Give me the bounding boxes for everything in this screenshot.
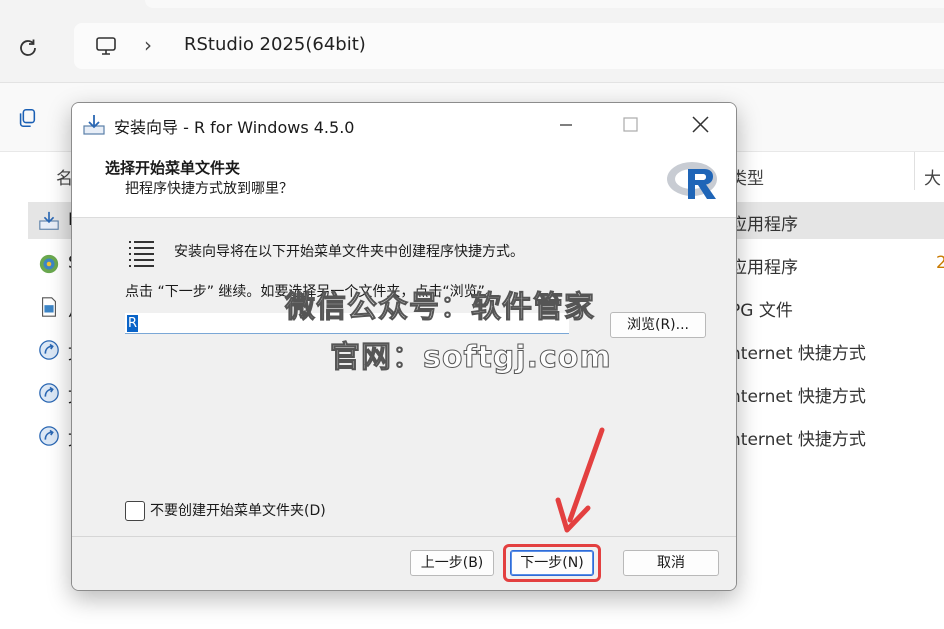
watermark-line2: 官网：softgj.com xyxy=(330,340,612,376)
rstudio-setup-icon xyxy=(39,254,59,274)
image-file-icon xyxy=(42,297,56,317)
column-header-size[interactable]: 大 xyxy=(924,164,941,189)
page-title: 选择开始菜单文件夹 xyxy=(105,159,241,177)
computer-icon xyxy=(96,37,116,55)
installer-icon xyxy=(83,115,105,135)
tab-area xyxy=(145,0,944,8)
no-start-menu-checkbox[interactable] xyxy=(125,501,145,521)
browse-button[interactable]: 浏览(R)... xyxy=(610,312,706,338)
dialog-titlebar[interactable]: 安装向导 - R for Windows 4.5.0 xyxy=(72,103,736,147)
file-type: 应用程序 xyxy=(730,215,798,235)
address-bar[interactable]: › RStudio 2025(64bit) xyxy=(74,23,944,69)
file-type: PG 文件 xyxy=(730,301,793,321)
file-type: 应用程序 xyxy=(730,258,798,278)
column-divider[interactable] xyxy=(914,152,915,190)
refresh-icon[interactable] xyxy=(16,36,40,60)
copy-icon[interactable] xyxy=(16,107,38,129)
internet-shortcut-icon xyxy=(39,383,59,403)
watermark-line1: 微信公众号：软件管家 xyxy=(285,290,595,326)
breadcrumb-current[interactable]: RStudio 2025(64bit) xyxy=(184,34,366,55)
file-type: nternet 快捷方式 xyxy=(730,344,866,364)
wizard-footer: 上一步(B) 下一步(N) 取消 xyxy=(72,536,736,590)
window-top-strip xyxy=(0,0,944,10)
no-start-menu-label[interactable]: 不要创建开始菜单文件夹(D) xyxy=(150,500,326,520)
close-icon[interactable] xyxy=(676,103,724,147)
installer-icon xyxy=(39,211,59,230)
folder-selected-text: R xyxy=(127,315,138,332)
file-size: 2 xyxy=(936,253,944,273)
r-logo-icon xyxy=(667,162,717,199)
page-subtitle: 把程序快捷方式放到哪里？ xyxy=(125,181,293,197)
pointer-arrow-icon xyxy=(555,427,605,533)
internet-shortcut-icon xyxy=(39,340,59,360)
back-button[interactable]: 上一步(B) xyxy=(410,550,494,576)
wizard-header: 选择开始菜单文件夹 把程序快捷方式放到哪里？ xyxy=(72,147,736,218)
start-menu-list-icon xyxy=(129,241,154,267)
next-button-highlight xyxy=(503,544,601,582)
chevron-right-icon[interactable]: › xyxy=(144,33,152,57)
dialog-title: 安装向导 - R for Windows 4.5.0 xyxy=(114,118,355,137)
file-type: nternet 快捷方式 xyxy=(730,430,866,450)
maximize-icon[interactable] xyxy=(606,103,654,147)
file-type: nternet 快捷方式 xyxy=(730,387,866,407)
minimize-icon[interactable] xyxy=(542,103,590,147)
internet-shortcut-icon xyxy=(39,426,59,446)
cancel-button[interactable]: 取消 xyxy=(623,550,719,576)
intro-text: 安装向导将在以下开始菜单文件夹中创建程序快捷方式。 xyxy=(174,244,524,260)
address-row: › RStudio 2025(64bit) xyxy=(0,10,944,83)
